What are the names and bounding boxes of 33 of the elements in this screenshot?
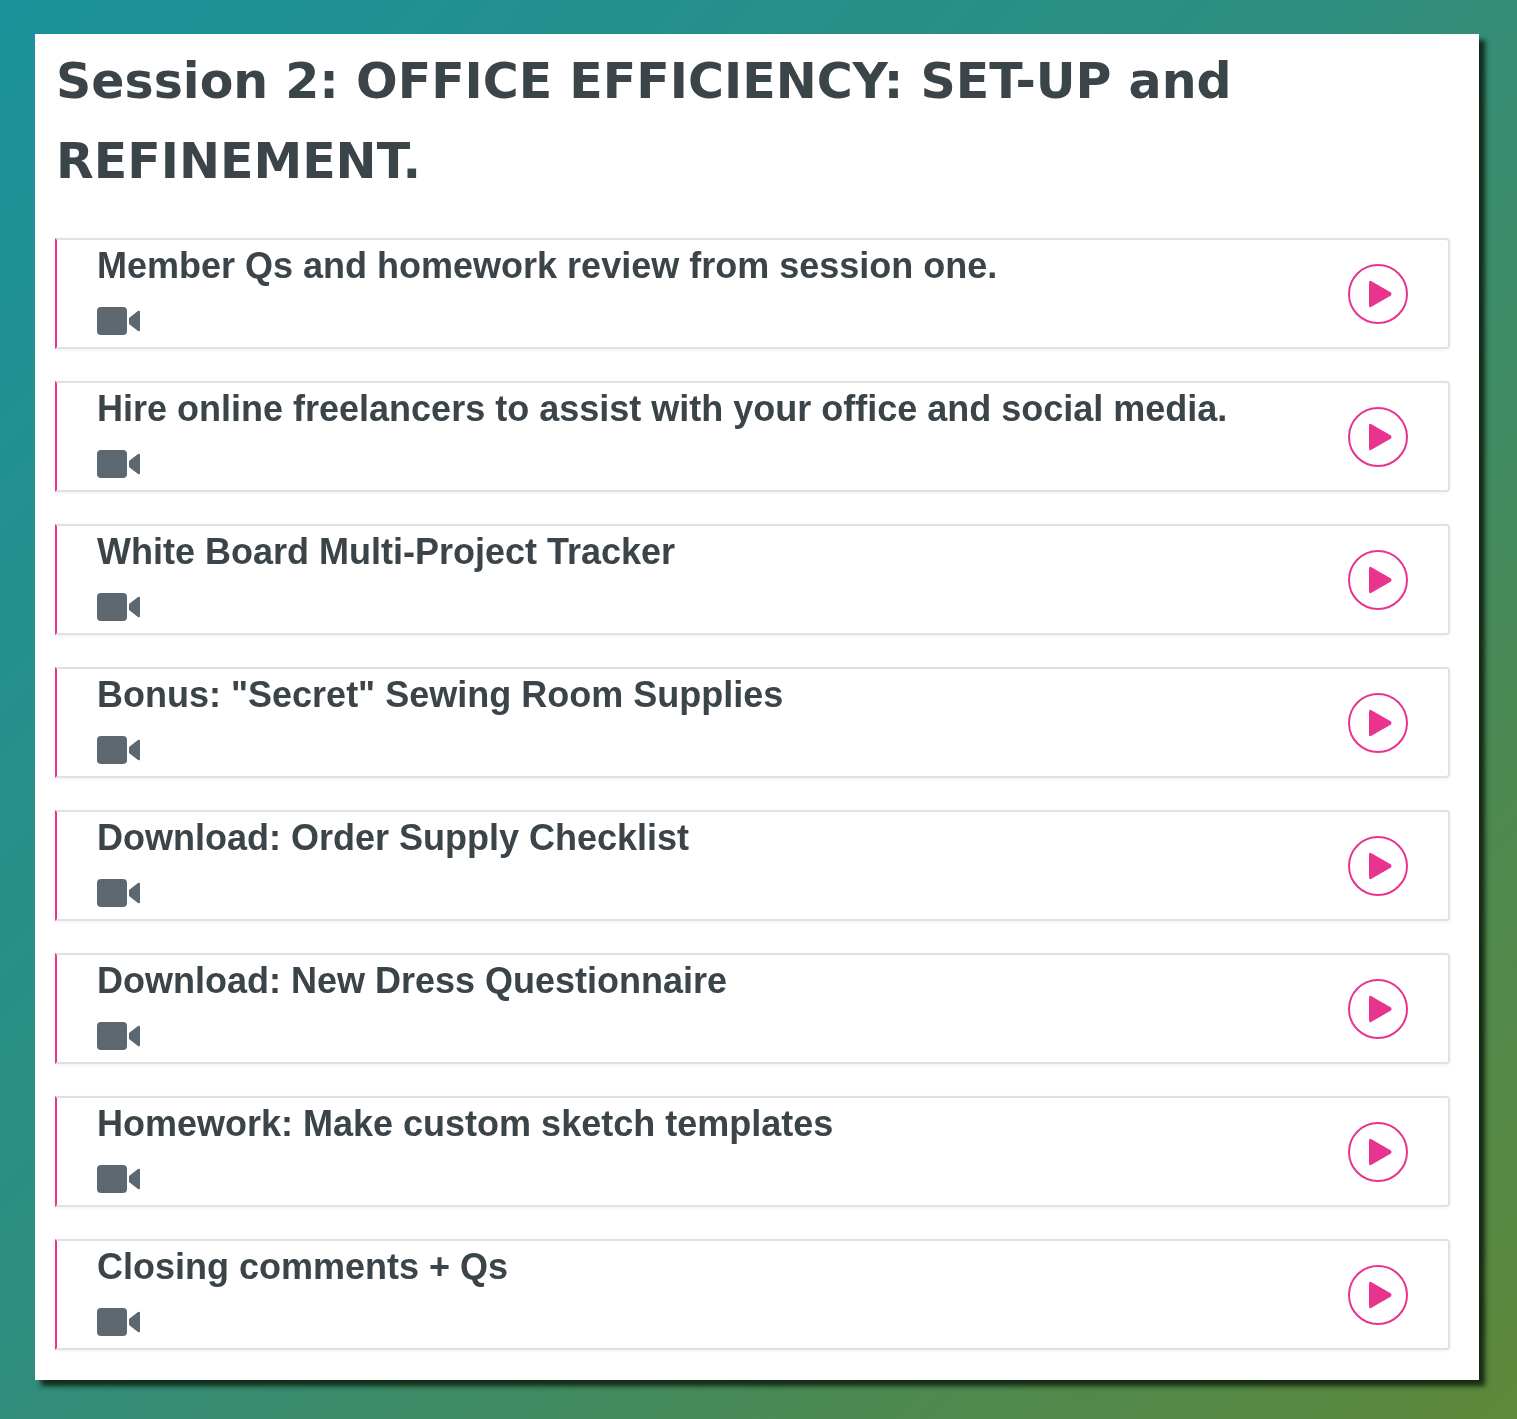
lesson-title: Download: New Dress Questionnaire <box>97 959 728 1002</box>
lesson-title: Hire online freelancers to assist with your office and social media. <box>97 387 1228 430</box>
lesson-row[interactable]: Homework: Make custom sketch templates <box>55 1096 1450 1207</box>
video-camera-icon <box>97 736 140 764</box>
lesson-title: Closing comments + Qs <box>97 1245 509 1288</box>
lesson-row[interactable]: Download: Order Supply Checklist <box>55 810 1450 921</box>
lesson-row[interactable]: Member Qs and homework review from session one. <box>55 238 1450 349</box>
lesson-title: Member Qs and homework review from session one. <box>97 244 998 287</box>
play-icon <box>1369 1137 1392 1166</box>
session-title: Session 2: OFFICE EFFICIENCY: SET-UP and REFINEMENT. <box>56 52 1233 192</box>
play-icon <box>1369 279 1392 308</box>
play-icon <box>1369 708 1392 737</box>
lesson-title: Bonus: "Secret" Sewing Room Supplies <box>97 673 784 716</box>
video-camera-icon <box>97 593 140 621</box>
video-camera-icon <box>97 879 140 907</box>
lesson-row[interactable]: Download: New Dress Questionnaire <box>55 953 1450 1064</box>
play-icon <box>1369 565 1392 594</box>
play-icon <box>1369 994 1392 1023</box>
video-camera-icon <box>97 307 140 335</box>
video-camera-icon <box>97 1022 140 1050</box>
lesson-title: Download: Order Supply Checklist <box>97 816 690 859</box>
play-icon <box>1369 1280 1392 1309</box>
video-camera-icon <box>97 450 140 478</box>
lesson-title: Homework: Make custom sketch templates <box>97 1102 834 1145</box>
video-camera-icon <box>97 1165 140 1193</box>
play-icon <box>1369 422 1392 451</box>
lesson-row[interactable]: White Board Multi-Project Tracker <box>55 524 1450 635</box>
play-icon <box>1369 851 1392 880</box>
lesson-row[interactable]: Closing comments + Qs <box>55 1239 1450 1350</box>
lesson-row[interactable]: Hire online freelancers to assist with your office and social media. <box>55 381 1450 492</box>
lesson-row[interactable]: Bonus: "Secret" Sewing Room Supplies <box>55 667 1450 778</box>
lesson-title: White Board Multi-Project Tracker <box>97 530 676 573</box>
video-camera-icon <box>97 1308 140 1336</box>
